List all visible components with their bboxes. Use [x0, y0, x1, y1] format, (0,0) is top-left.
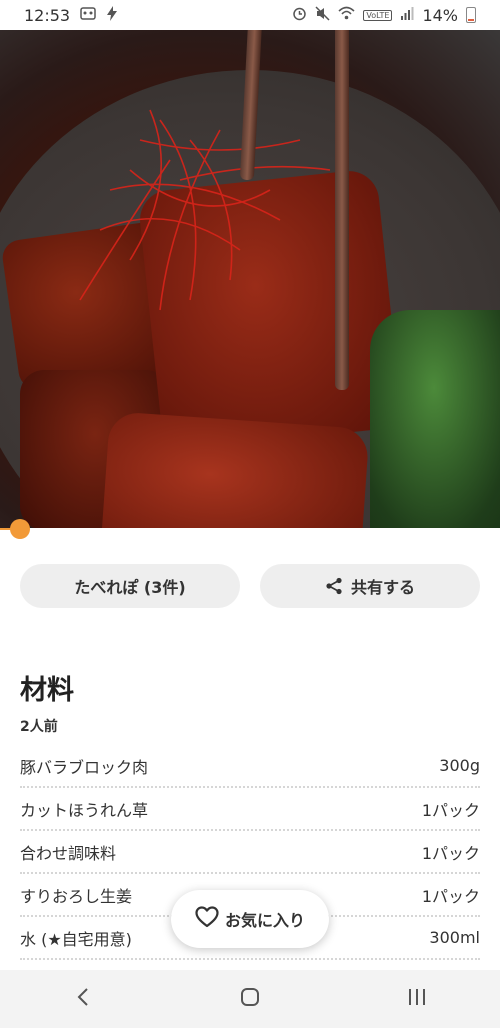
ingredient-amount: 1パック	[421, 886, 480, 906]
gallery-icon	[80, 6, 96, 24]
back-button[interactable]	[53, 979, 113, 1019]
favorite-button[interactable]: お気に入り	[171, 890, 329, 948]
ingredient-amount: 300ml	[429, 928, 480, 947]
pork-piece	[100, 411, 370, 528]
flash-icon	[106, 5, 118, 25]
wifi-icon	[338, 6, 355, 24]
back-icon	[76, 987, 90, 1011]
battery-icon	[466, 7, 476, 23]
chili-threads	[79, 109, 331, 311]
home-button[interactable]	[220, 979, 280, 1019]
recipe-video[interactable]	[0, 30, 500, 528]
ingredient-row: 豚バラブロック肉 300g	[20, 745, 480, 788]
spinach-image	[370, 310, 500, 528]
recent-apps-icon	[407, 987, 427, 1011]
volte-icon: VoLTE	[363, 9, 393, 21]
video-progress-bar[interactable]	[0, 519, 500, 539]
mute-icon	[315, 5, 330, 25]
ingredient-name: 合わせ調味料	[20, 843, 117, 863]
ingredient-row: カットほうれん草 1パック	[20, 788, 480, 831]
ingredient-row: 合わせ調味料 1パック	[20, 831, 480, 874]
heart-icon	[195, 906, 219, 932]
ingredient-amount: 300g	[439, 756, 480, 775]
status-bar: 12:53 VoLTE 14%	[0, 0, 500, 30]
system-nav-bar	[0, 970, 500, 1028]
ingredient-amount: 1パック	[421, 843, 480, 863]
ingredients-title: 材料	[20, 675, 74, 706]
share-button[interactable]: 共有する	[260, 564, 480, 608]
ingredient-name: カットほうれん草	[20, 800, 149, 820]
chopstick	[335, 30, 349, 390]
tabereport-label: たべれぽ (3件)	[74, 578, 186, 597]
alarm-icon	[292, 6, 307, 25]
battery-percent: 14%	[422, 5, 458, 25]
ingredient-name: 豚バラブロック肉	[20, 757, 149, 777]
action-buttons: たべれぽ (3件) 共有する	[20, 564, 480, 608]
recent-apps-button[interactable]	[387, 979, 447, 1019]
favorite-label: お気に入り	[224, 911, 305, 930]
ingredient-amount: 1パック	[421, 800, 480, 820]
servings-label: 2人前	[20, 719, 58, 735]
home-icon	[239, 986, 261, 1012]
status-time: 12:53	[24, 5, 71, 25]
share-label: 共有する	[350, 578, 415, 597]
ingredient-name: 水 (★自宅用意)	[20, 929, 132, 949]
signal-icon	[400, 6, 414, 24]
ingredient-name: すりおろし生姜	[20, 886, 133, 906]
tabereport-button[interactable]: たべれぽ (3件)	[20, 564, 240, 608]
video-progress-handle[interactable]	[10, 519, 30, 539]
share-icon	[325, 577, 343, 595]
